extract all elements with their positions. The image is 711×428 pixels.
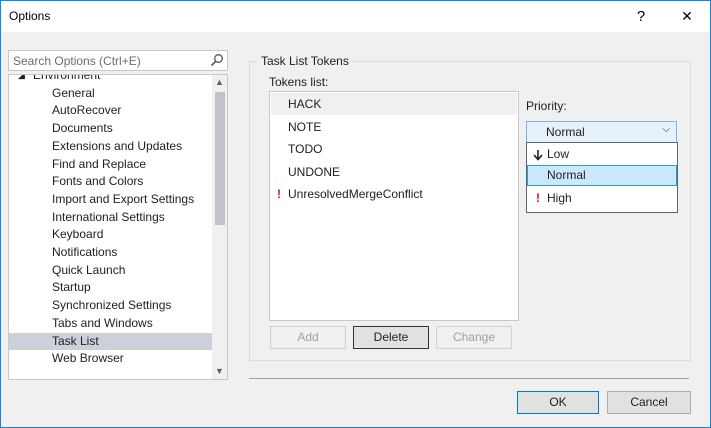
tree-item-label: Extensions and Updates bbox=[52, 138, 183, 153]
tree-item[interactable]: International Settings bbox=[9, 209, 212, 226]
tree-item-label: Quick Launch bbox=[52, 262, 126, 277]
priority-option[interactable]: Normal bbox=[527, 165, 677, 186]
tree-item-label: Find and Replace bbox=[52, 156, 147, 171]
options-tree: ◢ Environment General AutoRecover Documents E… bbox=[8, 74, 228, 380]
token-label: UnresolvedMergeConflict bbox=[288, 187, 423, 202]
window-title: Options bbox=[9, 9, 51, 23]
scroll-down-icon[interactable]: ▼ bbox=[212, 364, 227, 379]
options-dialog: Options ? ✕ ◢ Environment General AutoRecov… bbox=[0, 0, 711, 428]
exclamation-icon: ! bbox=[536, 191, 540, 205]
add-button[interactable]: Add bbox=[270, 326, 346, 349]
arrow-down-icon bbox=[532, 144, 544, 165]
priority-dropdown: Low Normal! High bbox=[526, 142, 678, 213]
tree-item-label: Task List bbox=[52, 333, 99, 348]
priority-combo[interactable]: Normal ⌵ bbox=[526, 121, 677, 143]
priority-option[interactable]: Low bbox=[528, 144, 676, 165]
token-list-item[interactable]: ! UnresolvedMergeConflict bbox=[271, 183, 517, 205]
search-icon[interactable] bbox=[210, 53, 224, 67]
tree-item-label: Import and Export Settings bbox=[52, 191, 195, 206]
token-label: TODO bbox=[288, 142, 323, 157]
token-label: HACK bbox=[288, 97, 322, 111]
tree-item[interactable]: Notifications bbox=[9, 244, 212, 261]
token-list-item[interactable]: HACK bbox=[271, 93, 517, 115]
tree-item[interactable]: Quick Launch bbox=[9, 262, 212, 279]
tree-item-label: Documents bbox=[52, 121, 113, 136]
change-button[interactable]: Change bbox=[436, 326, 512, 349]
exclamation-icon: ! bbox=[277, 187, 281, 202]
cancel-button[interactable]: Cancel bbox=[607, 391, 691, 414]
priority-value: Normal bbox=[546, 125, 585, 139]
separator bbox=[249, 378, 689, 379]
search-input[interactable] bbox=[9, 51, 209, 70]
expanded-triangle-icon[interactable]: ◢ bbox=[18, 75, 25, 84]
priority-label: Priority: bbox=[526, 99, 567, 113]
tokens-list-label: Tokens list: bbox=[269, 75, 329, 89]
title-bar: Options ? ✕ bbox=[1, 1, 710, 32]
tree-item[interactable]: Tabs and Windows bbox=[9, 315, 212, 332]
priority-option-label: Normal bbox=[547, 168, 586, 182]
priority-option[interactable]: ! High bbox=[528, 188, 676, 209]
token-list-item[interactable]: TODO bbox=[271, 138, 517, 160]
tree-item-label: AutoRecover bbox=[52, 103, 122, 118]
tree-item[interactable]: Import and Export Settings bbox=[9, 191, 212, 208]
tree-item[interactable]: Synchronized Settings bbox=[9, 297, 212, 314]
help-button[interactable]: ? bbox=[618, 1, 664, 32]
tree-item[interactable]: Keyboard bbox=[9, 226, 212, 243]
delete-button[interactable]: Delete bbox=[353, 326, 429, 349]
tree-item-label: General bbox=[52, 85, 95, 100]
tree-item[interactable]: Extensions and Updates bbox=[9, 138, 212, 155]
tree-item-label: Keyboard bbox=[52, 227, 104, 242]
tree-item[interactable]: Task List bbox=[9, 332, 212, 350]
token-list-item[interactable]: NOTE bbox=[271, 116, 517, 138]
tree-item-label: Web Browser bbox=[52, 351, 124, 366]
tree-item-label: Startup bbox=[52, 280, 91, 295]
tree-item[interactable]: Startup bbox=[9, 279, 212, 296]
tree-item[interactable]: Documents bbox=[9, 120, 212, 137]
tree-item[interactable]: ◢ Environment bbox=[9, 74, 212, 84]
ok-button[interactable]: OK bbox=[517, 391, 599, 414]
tree-item[interactable]: Find and Replace bbox=[9, 156, 212, 173]
tree-item[interactable]: Fonts and Colors bbox=[9, 173, 212, 190]
tree-item[interactable]: Web Browser bbox=[9, 350, 212, 367]
dialog-body: ◢ Environment General AutoRecover Documents E… bbox=[1, 32, 710, 427]
scroll-thumb[interactable] bbox=[215, 92, 225, 225]
tree-item-label: Tabs and Windows bbox=[52, 315, 153, 330]
search-box bbox=[8, 50, 228, 71]
priority-option-label: High bbox=[547, 191, 572, 205]
token-label: NOTE bbox=[288, 119, 322, 134]
chevron-down-icon: ⌵ bbox=[662, 124, 670, 135]
tree-item-label: Notifications bbox=[52, 245, 118, 259]
tree-scrollbar[interactable]: ▲ ▼ bbox=[212, 75, 227, 379]
priority-option-label: Low bbox=[547, 147, 570, 161]
tokens-list: HACK NOTE TODO UNDONE! UnresolvedMergeConfli… bbox=[269, 91, 519, 321]
tree-item-label: Synchronized Settings bbox=[52, 298, 172, 313]
token-label: UNDONE bbox=[288, 164, 341, 179]
tree-item-label: International Settings bbox=[52, 209, 165, 224]
group-title: Task List Tokens bbox=[257, 54, 353, 68]
scroll-up-icon[interactable]: ▲ bbox=[212, 75, 227, 90]
tree-item[interactable]: General bbox=[9, 85, 212, 102]
tree-item[interactable]: AutoRecover bbox=[9, 102, 212, 119]
close-button[interactable]: ✕ bbox=[664, 1, 710, 32]
tree-item-label: Environment bbox=[33, 74, 101, 82]
token-list-item[interactable]: UNDONE bbox=[271, 161, 517, 183]
tree-item-label: Fonts and Colors bbox=[52, 174, 144, 189]
